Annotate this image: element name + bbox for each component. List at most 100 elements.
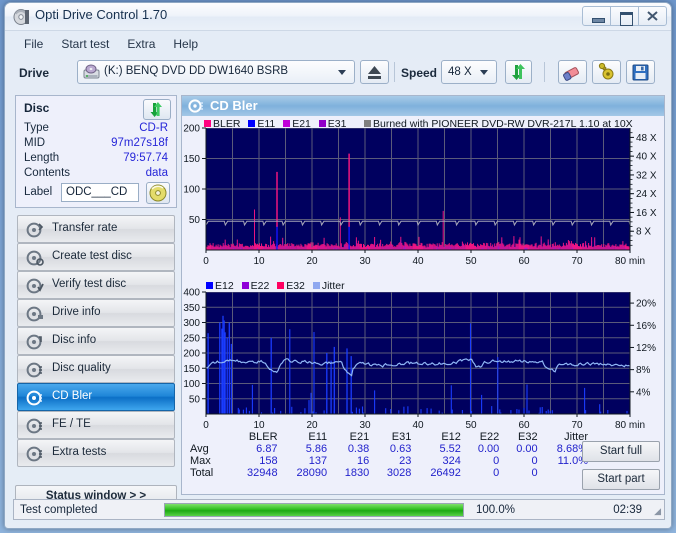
- erase-button[interactable]: [558, 60, 587, 84]
- disc-test-icon: [26, 221, 44, 239]
- disc-header: Disc: [24, 101, 50, 115]
- svg-text:80 min: 80 min: [615, 256, 645, 267]
- svg-text:50: 50: [189, 394, 201, 405]
- svg-text:30: 30: [359, 256, 371, 267]
- chevron-down-icon[interactable]: [480, 70, 488, 75]
- svg-text:30: 30: [359, 420, 371, 431]
- disc-label-button[interactable]: [146, 182, 170, 204]
- disc-label-input[interactable]: ODC___CD: [61, 183, 139, 202]
- content-panel: CD Bler BLER E11 E21 E31 Burned with PIO…: [181, 95, 665, 495]
- svg-text:100: 100: [183, 379, 200, 390]
- stats-cell: 16: [356, 455, 370, 467]
- bler-chart-axes: 50 100 150 200 0 10 20 30 40 50 60 70 80 min 8 X 16 X 2…: [183, 124, 657, 268]
- progress-bar: [164, 503, 464, 517]
- save-button[interactable]: [626, 60, 655, 84]
- status-bar: Test completed 100.0% 02:39 ◢: [13, 499, 665, 520]
- maximize-button[interactable]: [610, 6, 639, 26]
- stats-col-e31: E31: [391, 431, 412, 443]
- sidebar-item-cd-bler[interactable]: CD Bler: [17, 383, 175, 411]
- settings-icon: [593, 62, 620, 87]
- menu-item-file[interactable]: File: [15, 35, 52, 53]
- sidebar-item-extra-tests[interactable]: Extra tests: [17, 439, 175, 467]
- start-full-button[interactable]: Start full: [582, 441, 660, 462]
- sidebar-item-drive-info[interactable]: Drive info: [17, 299, 175, 327]
- stats-cell: 23: [399, 455, 412, 467]
- settings-button[interactable]: [592, 60, 621, 84]
- svg-text:32 X: 32 X: [636, 170, 657, 181]
- disc-row-key: Type: [24, 122, 49, 134]
- disc-test-icon: [26, 417, 44, 435]
- sidebar-item-label: Verify test disc: [52, 278, 127, 290]
- speed-label: Speed: [401, 66, 438, 80]
- table-row: Total 32948 28090 1830 3028 26492 0 0: [188, 467, 588, 479]
- disc-test-icon: [26, 277, 44, 295]
- refresh-icon: [506, 64, 531, 87]
- status-text: Test completed: [20, 503, 98, 516]
- stats-cell: 137: [308, 455, 328, 467]
- save-icon: [627, 64, 654, 87]
- disc-refresh-button[interactable]: [143, 99, 171, 120]
- drive-select[interactable]: (K:) BENQ DVD DD DW1640 BSRB: [77, 60, 355, 84]
- table-row: Max 158 137 16 23 324 0 0 11.0%: [188, 455, 588, 467]
- svg-text:60: 60: [518, 256, 530, 267]
- app-icon: [13, 8, 31, 26]
- menu-item-extra[interactable]: Extra: [118, 35, 164, 53]
- speed-select[interactable]: 48 X: [441, 60, 497, 84]
- svg-text:8%: 8%: [636, 365, 651, 376]
- sidebar-item-label: Disc info: [52, 334, 97, 346]
- sidebar-item-label: Transfer rate: [52, 222, 118, 234]
- stats-row-label: Total: [190, 467, 214, 479]
- stats-table: BLER E11 E21 E31 E12 E22 E32 Jitter Avg …: [188, 431, 588, 479]
- stats-col-e22: E22: [479, 431, 500, 443]
- svg-text:70: 70: [571, 256, 583, 267]
- stats-header-row: BLER E11 E21 E31 E12 E22 E32 Jitter: [188, 431, 588, 443]
- disc-test-icon: [26, 305, 44, 323]
- svg-text:100: 100: [183, 185, 200, 196]
- minimize-button[interactable]: [582, 6, 611, 26]
- start-part-button[interactable]: Start part: [582, 469, 660, 490]
- sidebar-item-verify-test-disc[interactable]: Verify test disc: [17, 271, 175, 299]
- disc-info-box: Disc Type CD-R MID 97m27s18f Length 79:5…: [15, 95, 177, 208]
- left-panel: Disc Type CD-R MID 97m27s18f Length 79:5…: [15, 95, 177, 507]
- svg-text:10: 10: [253, 256, 265, 267]
- sidebar-item-create-test-disc[interactable]: Create test disc: [17, 243, 175, 271]
- svg-text:50: 50: [189, 215, 201, 226]
- stats-cell: [538, 467, 588, 479]
- disc-row-length: Length 79:57.74: [24, 152, 170, 164]
- stats-row-label: Max: [190, 455, 211, 467]
- cd-icon: [147, 184, 169, 207]
- sidebar-item-disc-info[interactable]: Disc info: [17, 327, 175, 355]
- stats-col-jitter: Jitter: [564, 431, 588, 443]
- stats-cell: 0.63: [389, 443, 412, 455]
- menu-item-help[interactable]: Help: [164, 35, 207, 53]
- eject-button[interactable]: [360, 60, 389, 84]
- sidebar-item-fe-te[interactable]: FE / TE: [17, 411, 175, 439]
- svg-text:200: 200: [183, 349, 200, 360]
- svg-text:10: 10: [253, 420, 265, 431]
- menu-bar: File Start test Extra Help: [15, 33, 663, 55]
- svg-text:40: 40: [412, 256, 424, 267]
- disc-row-contents: Contents data: [24, 167, 170, 179]
- svg-text:250: 250: [183, 333, 200, 344]
- svg-text:300: 300: [183, 318, 200, 329]
- svg-text:150: 150: [183, 364, 200, 375]
- elapsed-time: 02:39: [613, 503, 642, 516]
- toolbar: Drive (K:) BENQ DVD DD DW1640 BSRB Speed…: [15, 59, 665, 89]
- rescan-button[interactable]: [505, 60, 532, 84]
- e12-jitter-chart-axes: 50 100 150 200 250 300 350 400 0 10 20 30 40 50 60 70 80…: [183, 288, 656, 432]
- disc-test-icon: [26, 389, 44, 407]
- svg-text:0: 0: [203, 420, 209, 431]
- window-title: Opti Drive Control 1.70: [35, 7, 168, 22]
- chevron-down-icon[interactable]: [338, 70, 346, 75]
- sidebar-item-transfer-rate[interactable]: Transfer rate: [17, 215, 175, 243]
- close-button[interactable]: [638, 6, 667, 26]
- stats-cell: 26492: [430, 467, 461, 479]
- svg-text:50: 50: [465, 420, 477, 431]
- svg-text:40: 40: [412, 420, 424, 431]
- disc-test-icon: [26, 249, 44, 267]
- sidebar-item-disc-quality[interactable]: Disc quality: [17, 355, 175, 383]
- svg-text:80 min: 80 min: [615, 420, 645, 431]
- stats-cell: 0: [531, 467, 538, 479]
- menu-item-start-test[interactable]: Start test: [52, 35, 118, 53]
- resize-grip[interactable]: ◢: [654, 506, 661, 517]
